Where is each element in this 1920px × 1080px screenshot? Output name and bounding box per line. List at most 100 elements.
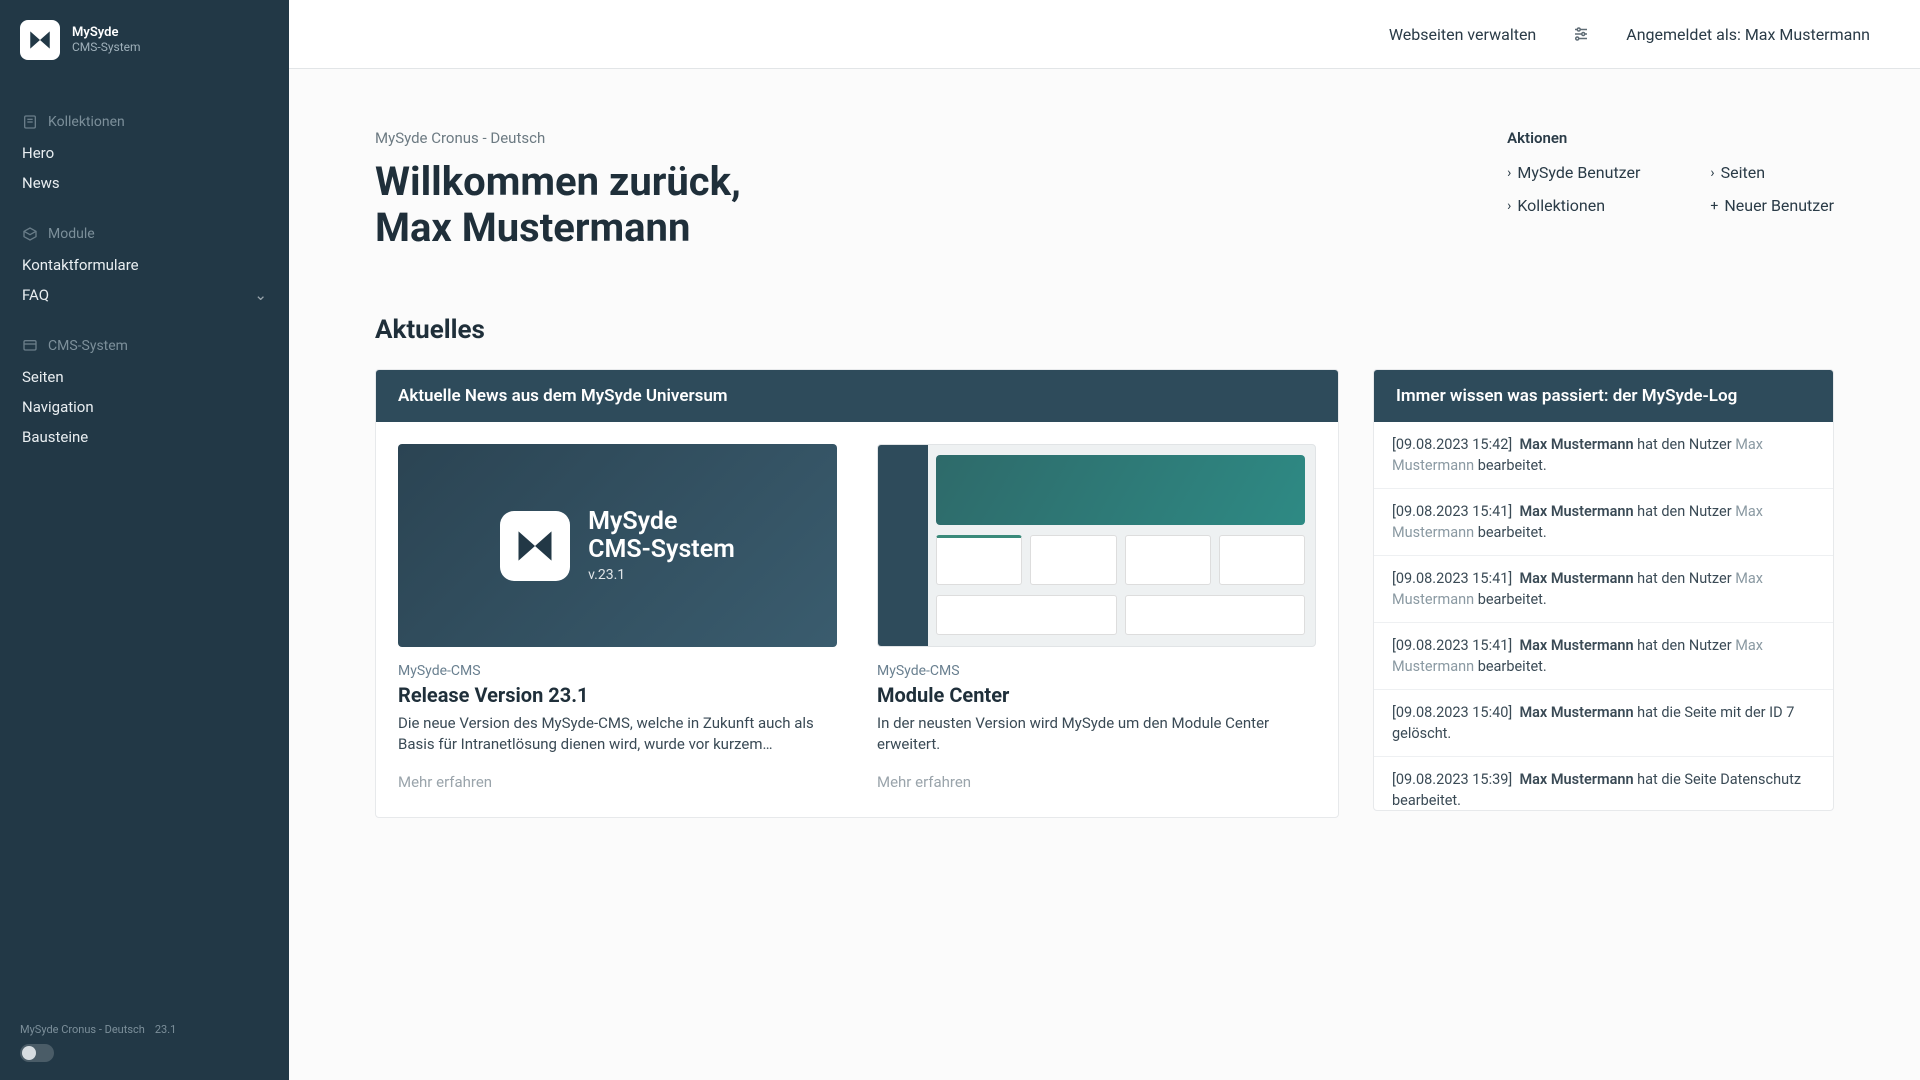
log-timestamp: [09.08.2023 15:39] <box>1392 771 1512 788</box>
log-text: hat den Nutzer <box>1634 503 1736 520</box>
log-text2: bearbeitet. <box>1474 591 1547 608</box>
action-label: Seiten <box>1721 163 1765 182</box>
brand-line1: MySyde <box>72 26 141 41</box>
footer-version: 23.1 <box>155 1023 176 1036</box>
log-actor: Max Mustermann <box>1519 503 1633 520</box>
welcome-block: MySyde Cronus - Deutsch Willkommen zurüc… <box>375 129 741 251</box>
log-panel: Immer wissen was passiert: der MySyde-Lo… <box>1373 369 1834 811</box>
log-actor: Max Mustermann <box>1519 771 1633 788</box>
chevron-right-icon: › <box>1507 198 1511 214</box>
news-thumb-release: MySyde CMS-System v.23.1 <box>398 444 837 647</box>
sidebar-item-label: Navigation <box>22 398 94 416</box>
log-actor: Max Mustermann <box>1519 570 1633 587</box>
nav: KollektionenHeroNewsModuleKontaktformula… <box>0 84 289 1009</box>
log-body[interactable]: [09.08.2023 15:42] Max Mustermann hat de… <box>1374 422 1833 810</box>
topbar: Webseiten verwalten Angemeldet als: Max … <box>289 0 1920 69</box>
log-timestamp: [09.08.2023 15:41] <box>1392 503 1512 520</box>
log-timestamp: [09.08.2023 15:42] <box>1392 436 1512 453</box>
sidebar-item-hero[interactable]: Hero <box>0 138 289 168</box>
nav-group: CMS-System Seiten Navigation Bausteine <box>0 338 289 452</box>
action-link-kollektionen[interactable]: › Kollektionen <box>1507 196 1640 215</box>
sidebar-item-label: Bausteine <box>22 428 88 446</box>
panels: Aktuelle News aus dem MySyde Universum M… <box>375 369 1834 818</box>
sidebar-item-label: News <box>22 174 60 192</box>
chevron-right-icon: › <box>1710 165 1714 181</box>
brand-logo-icon <box>20 20 60 60</box>
log-panel-header: Immer wissen was passiert: der MySyde-Lo… <box>1374 370 1833 422</box>
manage-sites-link[interactable]: Webseiten verwalten <box>1389 25 1536 44</box>
thumb1-text: MySyde CMS-System v.23.1 <box>588 508 735 584</box>
news-card: MySyde CMS-System v.23.1 MySyde-CMS Rele… <box>398 444 837 791</box>
thumb1-version: v.23.1 <box>588 567 735 583</box>
log-actor: Max Mustermann <box>1519 637 1633 654</box>
action-label: Kollektionen <box>1517 196 1605 215</box>
section-title: Aktuelles <box>375 315 1834 345</box>
log-timestamp: [09.08.2023 15:41] <box>1392 637 1512 654</box>
action-link-seiten[interactable]: › Seiten <box>1710 163 1834 182</box>
theme-toggle[interactable] <box>20 1044 54 1062</box>
news-more-link[interactable]: Mehr erfahren <box>398 773 837 791</box>
main: Webseiten verwalten Angemeldet als: Max … <box>289 0 1920 1080</box>
action-link-mysyde-benutzer[interactable]: › MySyde Benutzer <box>1507 163 1640 182</box>
welcome-line2: Max Mustermann <box>375 204 690 251</box>
actions-block: Aktionen ›MySyde Benutzer›Seiten›Kollekt… <box>1507 129 1834 251</box>
brand-line2: CMS-System <box>72 41 141 55</box>
sidebar-item-navigation[interactable]: Navigation <box>0 392 289 422</box>
page-title: Willkommen zurück, Max Mustermann <box>375 159 741 251</box>
sidebar-item-label: Seiten <box>22 368 64 386</box>
sidebar-item-kontaktformulare[interactable]: Kontaktformulare <box>0 250 289 280</box>
log-text2: bearbeitet. <box>1474 457 1547 474</box>
action-label: MySyde Benutzer <box>1517 163 1640 182</box>
log-entry: [09.08.2023 15:41] Max Mustermann hat de… <box>1374 556 1833 623</box>
nav-heading: CMS-System <box>0 338 289 362</box>
nav-group: Module Kontaktformulare FAQ ⌄ <box>0 226 289 310</box>
sidebar-item-label: FAQ <box>22 286 49 304</box>
thumb1-title: MySyde <box>588 507 677 536</box>
chevron-down-icon: ⌄ <box>254 286 267 304</box>
news-title: Release Version 23.1 <box>398 683 837 707</box>
log-actor: Max Mustermann <box>1519 704 1633 721</box>
log-text2: bearbeitet. <box>1474 524 1547 541</box>
news-body: MySyde CMS-System v.23.1 MySyde-CMS Rele… <box>376 422 1338 817</box>
log-entry: [09.08.2023 15:41] Max Mustermann hat de… <box>1374 623 1833 690</box>
sidebar-item-news[interactable]: News <box>0 168 289 198</box>
settings-icon[interactable] <box>1572 25 1590 43</box>
news-desc: In der neusten Version wird MySyde um de… <box>877 713 1316 755</box>
log-entry: [09.08.2023 15:41] Max Mustermann hat de… <box>1374 489 1833 556</box>
news-more-link[interactable]: Mehr erfahren <box>877 773 1316 791</box>
log-text2: bearbeitet. <box>1474 658 1547 675</box>
footer-site: MySyde Cronus - Deutsch <box>20 1023 145 1036</box>
sidebar-item-bausteine[interactable]: Bausteine <box>0 422 289 452</box>
news-panel: Aktuelle News aus dem MySyde Universum M… <box>375 369 1339 818</box>
log-entry: [09.08.2023 15:39] Max Mustermann hat di… <box>1374 757 1833 810</box>
nav-group: KollektionenHeroNews <box>0 114 289 198</box>
news-desc: Die neue Version des MySyde-CMS, welche … <box>398 713 837 755</box>
sidebar-item-seiten[interactable]: Seiten <box>0 362 289 392</box>
sidebar-item-label: Kontaktformulare <box>22 256 139 274</box>
log-text: hat den Nutzer <box>1634 637 1736 654</box>
hero-row: MySyde Cronus - Deutsch Willkommen zurüc… <box>375 129 1834 251</box>
log-entry: [09.08.2023 15:42] Max Mustermann hat de… <box>1374 422 1833 489</box>
content: MySyde Cronus - Deutsch Willkommen zurüc… <box>289 69 1920 1080</box>
log-entry: [09.08.2023 15:40] Max Mustermann hat di… <box>1374 690 1833 757</box>
news-category: MySyde-CMS <box>877 663 1316 679</box>
sidebar-item-faq[interactable]: FAQ ⌄ <box>0 280 289 310</box>
loggedin-user: Max Mustermann <box>1745 25 1870 44</box>
breadcrumb: MySyde Cronus - Deutsch <box>375 129 741 147</box>
log-timestamp: [09.08.2023 15:41] <box>1392 570 1512 587</box>
news-card: MySyde-CMS Module Center In der neusten … <box>877 444 1316 791</box>
log-actor: Max Mustermann <box>1519 436 1633 453</box>
sidebar-footer: MySyde Cronus - Deutsch 23.1 <box>0 1009 289 1080</box>
nav-heading: Module <box>0 226 289 250</box>
sidebar: MySyde CMS-System KollektionenHeroNewsMo… <box>0 0 289 1080</box>
log-timestamp: [09.08.2023 15:40] <box>1392 704 1512 721</box>
action-link-neuer-benutzer[interactable]: +Neuer Benutzer <box>1710 196 1834 215</box>
brand[interactable]: MySyde CMS-System <box>0 0 289 84</box>
news-thumb-module-center <box>877 444 1316 647</box>
log-text: hat den Nutzer <box>1634 570 1736 587</box>
loggedin-label: Angemeldet als: Max Mustermann <box>1626 25 1870 44</box>
loggedin-prefix: Angemeldet als: <box>1626 25 1745 44</box>
brand-text: MySyde CMS-System <box>72 26 141 55</box>
chevron-right-icon: › <box>1507 165 1511 181</box>
news-panel-header: Aktuelle News aus dem MySyde Universum <box>376 370 1338 422</box>
